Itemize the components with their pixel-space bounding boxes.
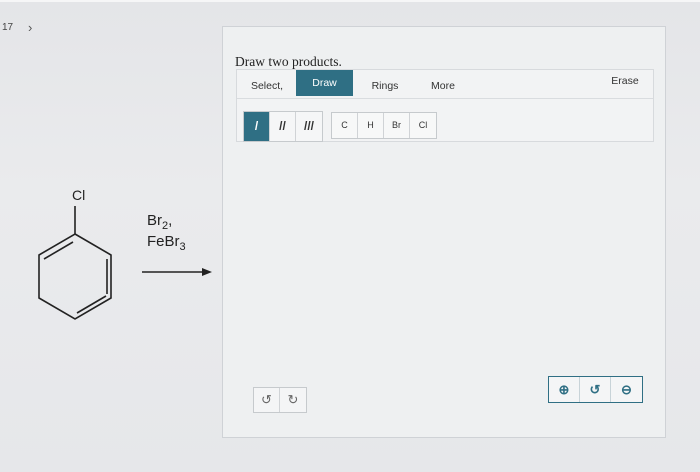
bond-tool-group: / // ///	[243, 111, 323, 142]
double-bond-button[interactable]: //	[270, 112, 296, 141]
prompt-text: Draw two products.	[235, 54, 342, 69]
tab-draw[interactable]: Draw	[296, 70, 353, 96]
drawing-panel: Draw two products. Select, Draw Rings Mo…	[222, 26, 666, 438]
undo-icon[interactable]: ↺	[254, 388, 280, 412]
tab-bar: Select, Draw Rings More Erase	[237, 70, 653, 99]
single-bond-button[interactable]: /	[244, 112, 270, 141]
history-group: ↺ ↻	[253, 387, 307, 413]
chlorobenzene-structure: Cl	[30, 184, 130, 329]
tab-rings[interactable]: Rings	[365, 75, 405, 97]
atom-c-button[interactable]: C	[332, 113, 358, 138]
triple-bond-button[interactable]: ///	[296, 112, 322, 141]
atom-h-button[interactable]: H	[358, 113, 384, 138]
zoom-out-icon[interactable]: ⊖	[611, 377, 642, 402]
atom-cl-button[interactable]: Cl	[410, 113, 436, 138]
question-number: 17	[2, 22, 14, 33]
erase-button[interactable]: Erase	[607, 70, 643, 92]
toolbar: Select, Draw Rings More Erase / // /// C…	[236, 69, 654, 142]
tab-select[interactable]: Select,	[243, 75, 291, 97]
atom-br-button[interactable]: Br	[384, 113, 410, 138]
zoom-group: ⊕ ↺ ⊖	[548, 376, 643, 403]
substituent-label: Cl	[72, 187, 85, 203]
tab-more[interactable]: More	[425, 75, 461, 97]
zoom-reset-icon[interactable]: ↺	[580, 377, 611, 402]
reagent-line-1: Br2,	[147, 212, 173, 232]
reagent-line-2: FeBr3	[147, 233, 186, 253]
reaction-arrow	[142, 268, 212, 276]
chevron-right-icon[interactable]: ›	[28, 20, 32, 35]
top-strip	[0, 0, 700, 2]
atom-tool-group: C H Br Cl	[331, 112, 437, 139]
zoom-in-icon[interactable]: ⊕	[549, 377, 580, 402]
redo-icon[interactable]: ↻	[280, 388, 306, 412]
